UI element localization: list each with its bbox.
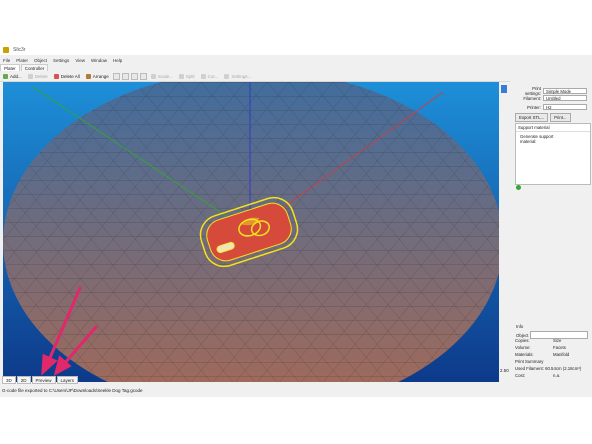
arrow-head-preview-icon [41, 353, 58, 376]
annotation-arrows [41, 286, 98, 376]
arrow-to-layers-icon [62, 325, 98, 366]
